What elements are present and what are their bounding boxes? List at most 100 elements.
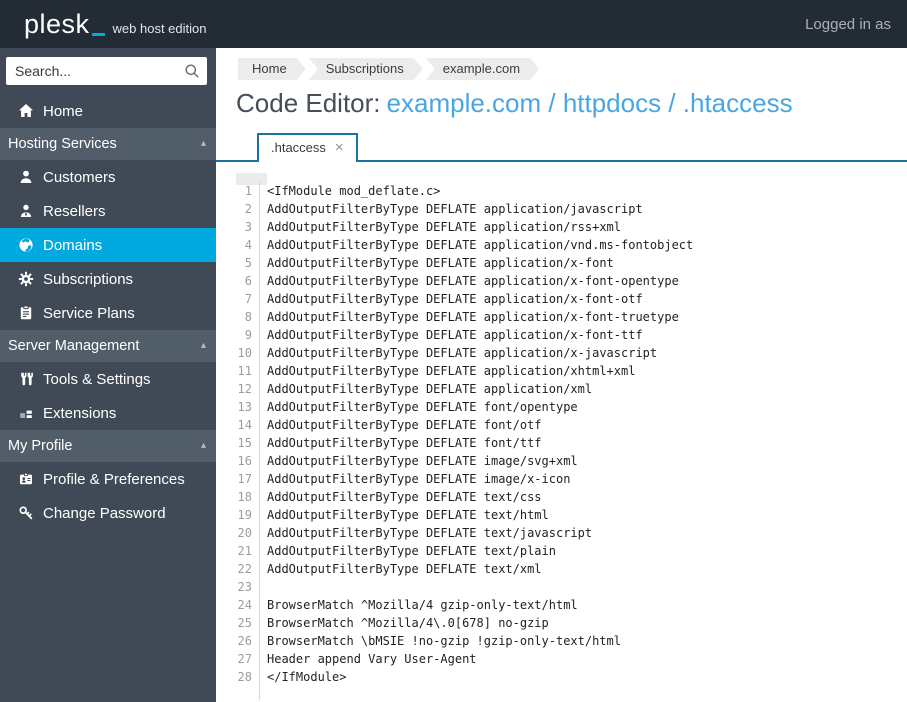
sidebar-item-extensions[interactable]: Extensions xyxy=(0,396,216,430)
code-text[interactable]: AddOutputFilterByType DEFLATE applicatio… xyxy=(260,236,693,254)
code-text[interactable]: AddOutputFilterByType DEFLATE text/plain xyxy=(260,542,556,560)
sidebar-item-label: Extensions xyxy=(43,404,117,422)
sidebar-item-resellers[interactable]: Resellers xyxy=(0,194,216,228)
sidebar-item-label: Service Plans xyxy=(43,304,135,322)
sidebar-item-label: Subscriptions xyxy=(43,270,134,288)
line-number: 1 xyxy=(236,181,260,200)
tab-close-icon[interactable]: × xyxy=(335,140,344,155)
sidebar-item-domains[interactable]: Domains xyxy=(0,228,216,262)
sidebar-item-label: Change Password xyxy=(43,504,166,522)
code-text[interactable]: AddOutputFilterByType DEFLATE applicatio… xyxy=(260,272,679,290)
line-number: 18 xyxy=(236,487,260,506)
sidebar-section-my-profile[interactable]: My Profile ▴ xyxy=(0,430,216,462)
code-text[interactable]: AddOutputFilterByType DEFLATE text/html xyxy=(260,506,549,524)
line-number: 9 xyxy=(236,325,260,344)
code-text[interactable]: AddOutputFilterByType DEFLATE image/svg+… xyxy=(260,452,578,470)
code-line: 1 <IfModule mod_deflate.c> xyxy=(236,181,907,200)
code-line: 19 AddOutputFilterByType DEFLATE text/htm… xyxy=(236,505,907,524)
id-card-icon xyxy=(18,471,34,487)
breadcrumb-item-subscriptions[interactable]: Subscriptions xyxy=(309,58,423,80)
code-text[interactable] xyxy=(260,578,267,596)
section-label: My Profile xyxy=(8,438,73,454)
code-line: 13 AddOutputFilterByType DEFLATE font/ope… xyxy=(236,397,907,416)
code-text[interactable]: AddOutputFilterByType DEFLATE font/ttf xyxy=(260,434,542,452)
editor-tab-bar: .htaccess × xyxy=(216,132,907,162)
code-text[interactable]: Header append Vary User-Agent xyxy=(260,650,477,668)
logged-in-as-label: Logged in as xyxy=(805,15,891,33)
sidebar-item-label: Tools & Settings xyxy=(43,370,151,388)
sidebar-item-change-password[interactable]: Change Password xyxy=(0,496,216,530)
code-line: 10 AddOutputFilterByType DEFLATE applicat… xyxy=(236,343,907,362)
topbar: plesk web host edition Logged in as xyxy=(0,0,907,48)
code-line: 8 AddOutputFilterByType DEFLATE applicati… xyxy=(236,307,907,326)
code-text[interactable]: </IfModule> xyxy=(260,668,346,686)
line-number: 3 xyxy=(236,217,260,236)
code-editor[interactable]: 1 <IfModule mod_deflate.c> 2 AddOutputFilte… xyxy=(236,172,907,700)
line-number: 19 xyxy=(236,505,260,524)
code-line: 14 AddOutputFilterByType DEFLATE font/otf xyxy=(236,415,907,434)
sidebar-item-home[interactable]: Home xyxy=(0,94,216,128)
gear-icon xyxy=(18,271,34,287)
line-number: 25 xyxy=(236,613,260,632)
code-text[interactable]: AddOutputFilterByType DEFLATE font/otf xyxy=(260,416,542,434)
code-line: 16 AddOutputFilterByType DEFLATE image/sv… xyxy=(236,451,907,470)
code-text[interactable]: AddOutputFilterByType DEFLATE applicatio… xyxy=(260,362,635,380)
tab-htaccess[interactable]: .htaccess × xyxy=(257,132,358,162)
line-number: 23 xyxy=(236,577,260,596)
line-number: 6 xyxy=(236,271,260,290)
code-text[interactable]: AddOutputFilterByType DEFLATE applicatio… xyxy=(260,254,614,272)
code-text[interactable]: AddOutputFilterByType DEFLATE text/javas… xyxy=(260,524,592,542)
plesk-logo-text: plesk xyxy=(24,8,90,39)
sidebar-item-label: Home xyxy=(43,102,84,120)
sidebar-item-label: Profile & Preferences xyxy=(43,470,185,488)
line-number: 15 xyxy=(236,433,260,452)
code-text[interactable]: BrowserMatch ^Mozilla/4\.0[678] no-gzip xyxy=(260,614,549,632)
code-line: 9 AddOutputFilterByType DEFLATE applicati… xyxy=(236,325,907,344)
sidebar-nav: Home Hosting Services ▴ Customers Resellers D… xyxy=(0,94,216,530)
code-line: 17 AddOutputFilterByType DEFLATE image/x-… xyxy=(236,469,907,488)
code-line: 5 AddOutputFilterByType DEFLATE applicati… xyxy=(236,253,907,272)
code-line: 12 AddOutputFilterByType DEFLATE applicat… xyxy=(236,379,907,398)
sidebar-section-server-management[interactable]: Server Management ▴ xyxy=(0,330,216,362)
code-text[interactable]: AddOutputFilterByType DEFLATE applicatio… xyxy=(260,308,679,326)
blocks-icon xyxy=(18,405,34,421)
sidebar-item-profile-preferences[interactable]: Profile & Preferences xyxy=(0,462,216,496)
sidebar-item-subscriptions[interactable]: Subscriptions xyxy=(0,262,216,296)
breadcrumb: Home Subscriptions example.com xyxy=(238,58,907,80)
section-label: Hosting Services xyxy=(8,136,117,152)
sidebar-item-tools-settings[interactable]: Tools & Settings xyxy=(0,362,216,396)
code-text[interactable]: BrowserMatch \bMSIE !no-gzip !gzip-only-… xyxy=(260,632,621,650)
code-line: 11 AddOutputFilterByType DEFLATE applicat… xyxy=(236,361,907,380)
code-text[interactable]: <IfModule mod_deflate.c> xyxy=(260,182,440,200)
line-number: 28 xyxy=(236,667,260,686)
code-text[interactable]: AddOutputFilterByType DEFLATE font/opent… xyxy=(260,398,578,416)
line-number: 8 xyxy=(236,307,260,326)
code-text[interactable]: AddOutputFilterByType DEFLATE text/css xyxy=(260,488,542,506)
code-line: 25 BrowserMatch ^Mozilla/4\.0[678] no-gzi… xyxy=(236,613,907,632)
code-line: 27 Header append Vary User-Agent xyxy=(236,649,907,668)
breadcrumb-item-example-com[interactable]: example.com xyxy=(426,58,539,80)
search-icon[interactable] xyxy=(184,63,200,84)
page-title-path[interactable]: example.com / httpdocs / .htaccess xyxy=(387,88,793,118)
code-text[interactable]: AddOutputFilterByType DEFLATE applicatio… xyxy=(260,344,657,362)
code-text[interactable]: AddOutputFilterByType DEFLATE text/xml xyxy=(260,560,542,578)
chevron-up-icon: ▴ xyxy=(200,138,206,149)
sidebar-item-label: Resellers xyxy=(43,202,106,220)
sidebar-item-customers[interactable]: Customers xyxy=(0,160,216,194)
tab-label: .htaccess xyxy=(271,139,326,155)
code-text[interactable]: AddOutputFilterByType DEFLATE applicatio… xyxy=(260,380,592,398)
sidebar-section-hosting-services[interactable]: Hosting Services ▴ xyxy=(0,128,216,160)
code-line: 24 BrowserMatch ^Mozilla/4 gzip-only-text… xyxy=(236,595,907,614)
breadcrumb-item-home[interactable]: Home xyxy=(238,58,306,80)
sidebar-item-service-plans[interactable]: Service Plans xyxy=(0,296,216,330)
code-text[interactable]: AddOutputFilterByType DEFLATE applicatio… xyxy=(260,200,643,218)
search-input[interactable] xyxy=(6,57,207,85)
code-text[interactable]: BrowserMatch ^Mozilla/4 gzip-only-text/h… xyxy=(260,596,578,614)
code-text[interactable]: AddOutputFilterByType DEFLATE applicatio… xyxy=(260,218,621,236)
sidebar-item-label: Customers xyxy=(43,168,116,186)
code-text[interactable]: AddOutputFilterByType DEFLATE applicatio… xyxy=(260,290,643,308)
line-number: 26 xyxy=(236,631,260,650)
code-text[interactable]: AddOutputFilterByType DEFLATE image/x-ic… xyxy=(260,470,570,488)
code-text[interactable]: AddOutputFilterByType DEFLATE applicatio… xyxy=(260,326,643,344)
plesk-logo[interactable]: plesk web host edition xyxy=(24,8,206,39)
